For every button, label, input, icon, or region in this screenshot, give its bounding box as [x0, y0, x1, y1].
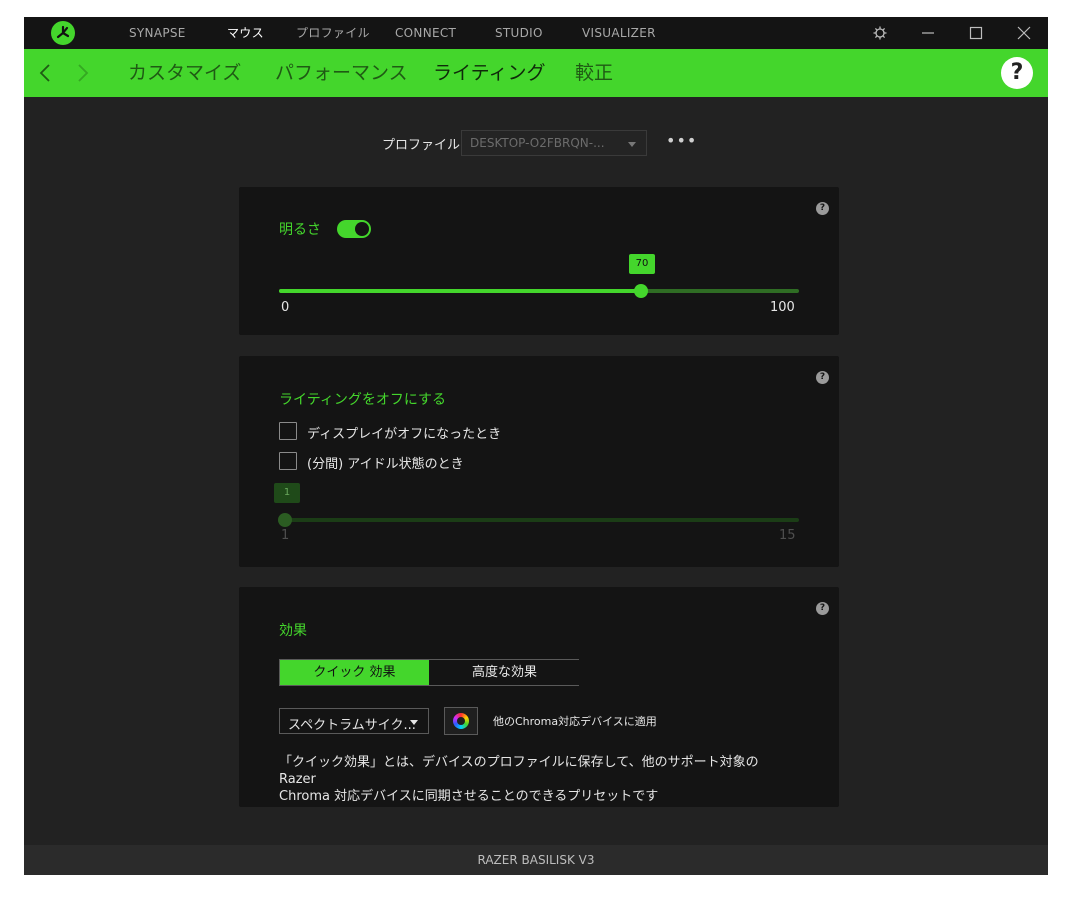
brightness-help-icon[interactable]: ?	[816, 202, 829, 215]
brightness-min: 0	[281, 300, 290, 315]
tab-visualizer[interactable]: VISUALIZER	[582, 17, 656, 49]
brightness-slider-fill	[279, 289, 641, 293]
description-line-2: Chroma 対応デバイスに同期させることのできるプリセットです	[279, 789, 659, 804]
tab-profiles[interactable]: プロファイル	[296, 17, 370, 49]
help-button[interactable]: ?	[1001, 57, 1033, 89]
brightness-toggle[interactable]	[337, 220, 371, 238]
profile-dropdown[interactable]: DESKTOP-O2FBRQN-...	[461, 130, 647, 156]
tab-mouse[interactable]: マウス	[227, 17, 264, 49]
idle-slider-thumb	[278, 513, 292, 527]
idle-checkbox[interactable]	[279, 452, 297, 470]
idle-slider-track	[279, 518, 799, 522]
advanced-effects-tab[interactable]: 高度な効果	[430, 660, 579, 685]
brightness-max: 100	[770, 300, 795, 315]
idle-min: 1	[281, 528, 290, 543]
settings-gear-icon[interactable]	[864, 17, 896, 49]
brightness-title: 明るさ	[279, 222, 321, 238]
chroma-apply-label: 他のChroma対応デバイスに適用	[493, 715, 657, 728]
quick-effects-tab[interactable]: クイック 効果	[280, 660, 429, 685]
chevron-down-icon	[410, 720, 418, 725]
display-off-checkbox[interactable]	[279, 422, 297, 440]
effects-help-icon[interactable]: ?	[816, 602, 829, 615]
display-off-label: ディスプレイがオフになったとき	[307, 427, 502, 442]
effects-card: ? 効果 クイック 効果 高度な効果 スペクトラムサイク... 他のChroma…	[239, 587, 839, 807]
sub-navigation: カスタマイズ パフォーマンス ライティング 較正 ?	[24, 49, 1048, 97]
brightness-value-bubble: 70	[629, 254, 655, 274]
subtab-performance[interactable]: パフォーマンス	[275, 49, 408, 97]
brightness-slider-thumb[interactable]	[634, 284, 648, 298]
chroma-apply-button[interactable]	[444, 707, 478, 735]
idle-label: (分間) アイドル状態のとき	[307, 457, 464, 472]
brightness-card: ? 明るさ 70 0 100	[239, 187, 839, 335]
subtab-lighting[interactable]: ライティング	[433, 49, 545, 97]
profile-value: DESKTOP-O2FBRQN-...	[470, 136, 605, 150]
effect-mode-switch: クイック 効果 高度な効果	[279, 659, 579, 686]
subtab-calibration[interactable]: 較正	[575, 49, 613, 97]
effect-dropdown[interactable]: スペクトラムサイク...	[279, 708, 429, 734]
lighting-off-card: ? ライティングをオフにする ディスプレイがオフになったとき (分間) アイドル…	[239, 356, 839, 567]
more-options-icon[interactable]: •••	[666, 131, 697, 150]
profile-label: プロファイル	[382, 138, 461, 153]
maximize-icon[interactable]	[960, 17, 992, 49]
effects-title: 効果	[279, 623, 307, 639]
toggle-knob	[355, 222, 369, 236]
lighting-off-title: ライティングをオフにする	[279, 392, 447, 408]
razer-logo-icon[interactable]	[51, 21, 75, 45]
idle-value-bubble: 1	[274, 483, 300, 503]
chevron-down-icon	[628, 142, 636, 147]
top-navigation: SYNAPSE マウス プロファイル CONNECT STUDIO VISUAL…	[24, 17, 1048, 49]
back-arrow-icon[interactable]	[38, 63, 52, 83]
subtab-customize[interactable]: カスタマイズ	[128, 49, 241, 97]
minimize-icon[interactable]	[912, 17, 944, 49]
synapse-window: SYNAPSE マウス プロファイル CONNECT STUDIO VISUAL…	[24, 17, 1048, 875]
close-icon[interactable]	[1008, 17, 1040, 49]
quick-effects-description: 「クイック効果」とは、デバイスのプロファイルに保存して、他のサポート対象の Ra…	[279, 754, 759, 805]
effect-value: スペクトラムサイク...	[288, 718, 416, 733]
forward-arrow-icon[interactable]	[76, 63, 90, 83]
idle-max: 15	[779, 528, 796, 543]
device-name-footer: RAZER BASILISK V3	[24, 845, 1048, 875]
tab-synapse[interactable]: SYNAPSE	[129, 17, 186, 49]
description-line-1: 「クイック効果」とは、デバイスのプロファイルに保存して、他のサポート対象の Ra…	[279, 755, 759, 787]
chroma-wheel-icon	[453, 713, 469, 729]
tab-studio[interactable]: STUDIO	[495, 17, 543, 49]
tab-connect[interactable]: CONNECT	[395, 17, 456, 49]
lighting-off-help-icon[interactable]: ?	[816, 371, 829, 384]
